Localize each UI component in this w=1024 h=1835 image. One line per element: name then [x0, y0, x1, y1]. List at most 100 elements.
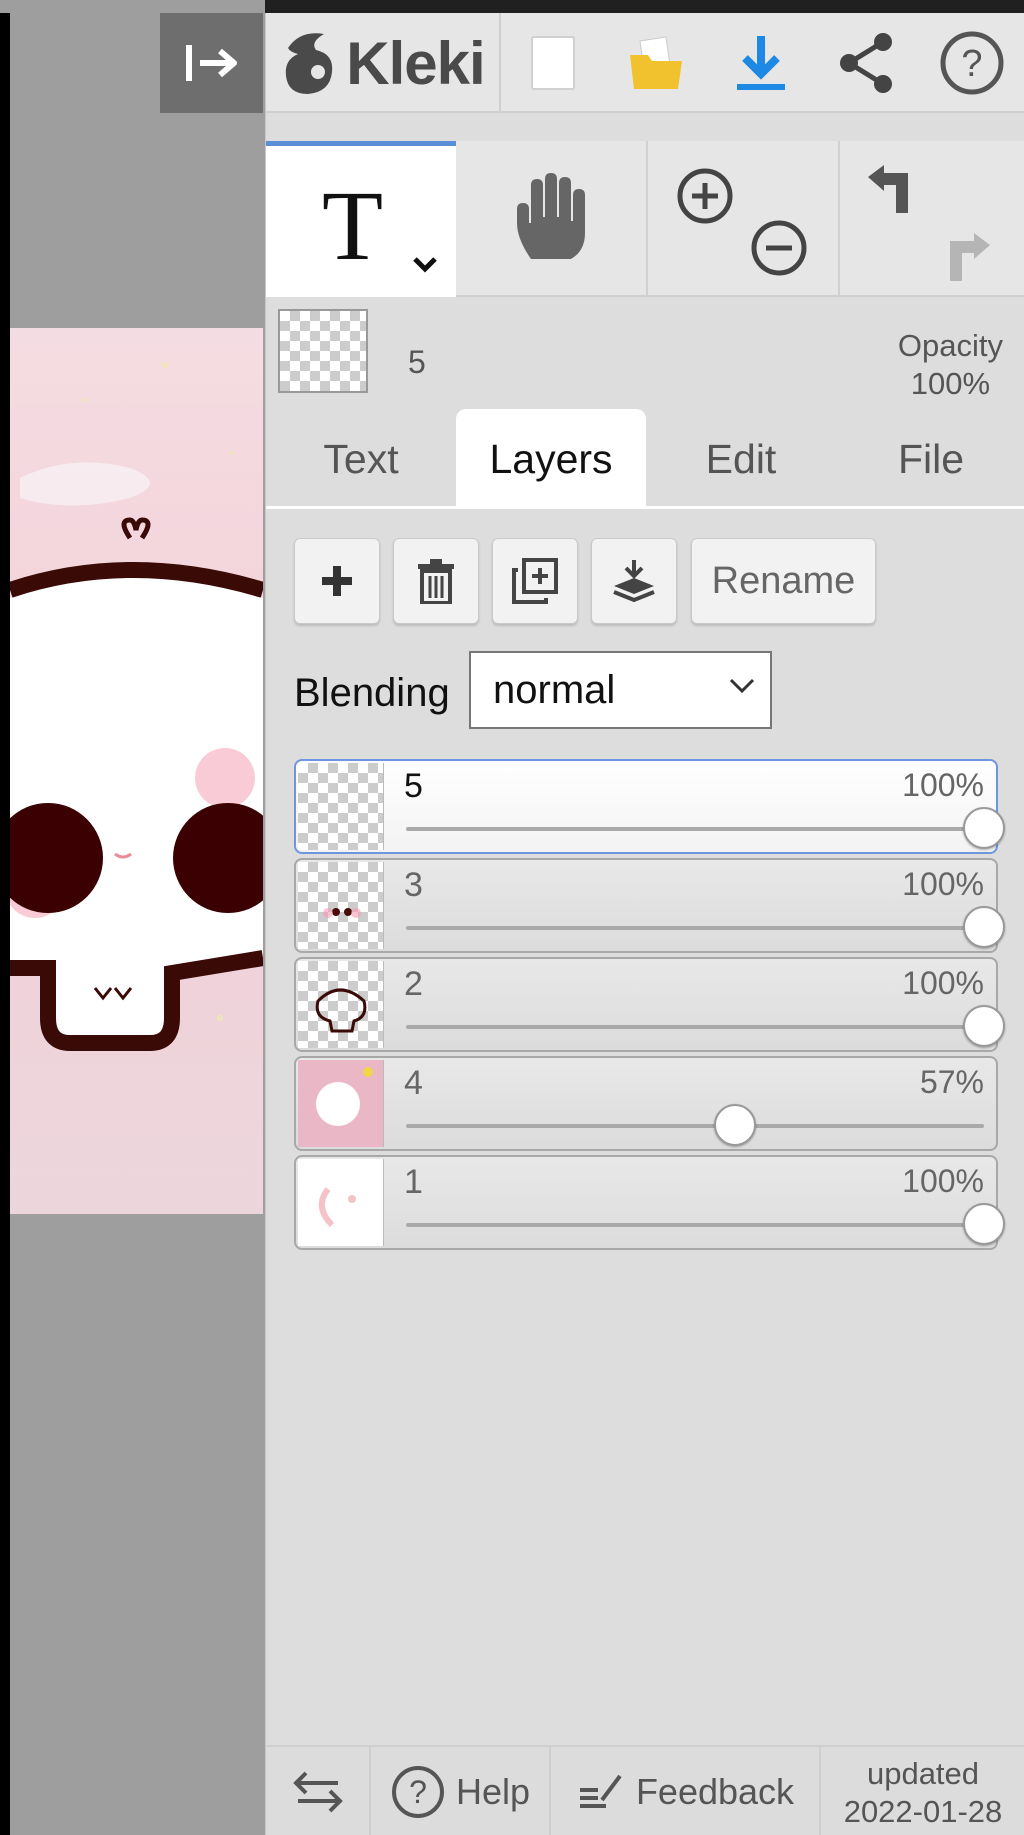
help-icon: ?: [940, 31, 1003, 95]
opacity-slider[interactable]: [406, 926, 984, 930]
layer-name: 2: [404, 965, 423, 1003]
layer-name: 3: [404, 866, 423, 904]
undo-icon[interactable]: [862, 163, 918, 219]
svg-text:?: ?: [961, 43, 982, 85]
zoom-out-icon[interactable]: [750, 219, 808, 277]
layer-thumbnail: [298, 961, 384, 1048]
text-tool-button[interactable]: T: [266, 141, 456, 297]
app-name: Kleki: [346, 29, 485, 97]
collapse-panel-icon: [185, 45, 237, 81]
zoom-controls: [650, 141, 840, 297]
tab-layers[interactable]: Layers: [456, 409, 646, 509]
opacity-slider[interactable]: [406, 1025, 984, 1029]
new-file-button[interactable]: [503, 13, 603, 113]
layer-opacity: 100%: [902, 965, 984, 1001]
text-tool-glyph: T: [322, 170, 384, 281]
opacity-slider-handle[interactable]: [714, 1104, 757, 1146]
feedback-label: Feedback: [635, 1771, 795, 1812]
opacity-value: 100%: [910, 366, 991, 401]
layer-thumbnail: [298, 1159, 384, 1246]
collapse-panel-button[interactable]: [160, 13, 263, 113]
blending-label: Blending: [294, 671, 450, 715]
feedback-link[interactable]: Feedback: [551, 1747, 821, 1835]
blending-value: normal: [493, 667, 616, 712]
layer-row[interactable]: 3 100%: [294, 858, 1005, 953]
drawing-canvas[interactable]: [10, 328, 263, 1214]
help-icon: ?: [391, 1766, 444, 1818]
share-button[interactable]: [813, 13, 918, 113]
trash-icon: [418, 559, 454, 604]
layer-opacity: 100%: [902, 866, 984, 902]
open-folder-icon: [629, 36, 682, 89]
delete-layer-button[interactable]: [393, 538, 479, 624]
chevron-down-icon[interactable]: [412, 256, 438, 274]
current-layer-thumbnail[interactable]: [278, 309, 368, 393]
swap-side-button[interactable]: [266, 1747, 371, 1835]
artwork-image: [10, 328, 263, 1214]
add-layer-button[interactable]: [294, 538, 380, 624]
feedback-icon: [579, 1774, 622, 1808]
tab-edit[interactable]: Edit: [646, 409, 836, 509]
layer-row[interactable]: 5 100%: [294, 759, 1005, 854]
history-controls: [840, 141, 1024, 297]
layer-row[interactable]: 1 100%: [294, 1155, 1005, 1250]
hand-tool-button[interactable]: [456, 141, 648, 297]
layer-opacity: 100%: [902, 767, 984, 803]
layer-opacity: 57%: [919, 1064, 984, 1100]
opacity-slider[interactable]: [406, 827, 984, 831]
opacity-slider-handle[interactable]: [963, 1005, 1005, 1047]
opacity-slider-handle[interactable]: [963, 1203, 1005, 1245]
layer-row[interactable]: 2 100%: [294, 957, 1005, 1052]
download-button[interactable]: [708, 13, 813, 113]
updated-info: updated 2022-01-28: [821, 1747, 1024, 1835]
new-file-icon: [531, 36, 575, 90]
updated-label: updated: [866, 1756, 980, 1791]
layer-thumbnail: [298, 763, 384, 850]
blending-select[interactable]: normal: [469, 651, 772, 729]
add-layer-icon: [322, 566, 352, 596]
canvas-area[interactable]: [0, 0, 265, 1835]
duplicate-layer-icon: [512, 558, 558, 604]
merge-down-icon: [613, 560, 655, 603]
redo-icon[interactable]: [940, 231, 996, 287]
layer-thumbnail: [298, 1060, 384, 1147]
opacity-label: Opacity: [897, 328, 1003, 363]
hand-icon: [517, 173, 585, 259]
swap-arrows-icon: [292, 1771, 343, 1813]
help-button[interactable]: ?: [918, 13, 1024, 113]
layer-row[interactable]: 4 57%: [294, 1056, 998, 1151]
merge-down-button[interactable]: [591, 538, 677, 624]
top-toolbar: Kleki ?: [266, 13, 1024, 113]
open-file-button[interactable]: [603, 13, 708, 113]
tab-text[interactable]: Text: [266, 409, 456, 509]
current-layer-opacity: Opacity 100%: [898, 327, 1003, 403]
opacity-slider-handle[interactable]: [963, 906, 1005, 948]
svg-text:?: ?: [409, 1774, 427, 1810]
panel-tabs: Text Layers Edit File: [266, 409, 1024, 509]
chevron-down-icon: [729, 678, 755, 694]
current-layer-name: 5: [408, 344, 426, 380]
opacity-slider[interactable]: [406, 1124, 984, 1128]
layer-name: 1: [404, 1163, 423, 1201]
tab-file[interactable]: File: [836, 409, 1024, 509]
footer-bar: ? Help Feedback updated 2022-01-28: [266, 1745, 1024, 1835]
kleki-logo-icon: [286, 33, 333, 94]
opacity-slider-handle[interactable]: [963, 807, 1005, 849]
layer-opacity: 100%: [902, 1163, 984, 1199]
opacity-slider[interactable]: [406, 1223, 984, 1227]
layer-name: 4: [404, 1064, 423, 1102]
help-link[interactable]: ? Help: [371, 1747, 551, 1835]
duplicate-layer-button[interactable]: [492, 538, 578, 624]
side-panel: Kleki ? T 5 Opacity 100% Text Layers Edi…: [265, 13, 1024, 1835]
download-icon: [736, 36, 785, 90]
layer-name: 5: [404, 767, 423, 805]
share-icon: [839, 33, 892, 93]
current-layer-bar: 5 Opacity 100%: [266, 299, 1024, 409]
zoom-in-icon[interactable]: [676, 167, 734, 225]
tool-row: T: [266, 141, 1024, 297]
updated-date: 2022-01-28: [843, 1794, 1003, 1829]
help-label: Help: [455, 1771, 531, 1812]
rename-layer-button[interactable]: Rename: [691, 538, 876, 624]
kleki-logo[interactable]: Kleki: [266, 13, 501, 113]
canvas-edge: [0, 13, 10, 1835]
